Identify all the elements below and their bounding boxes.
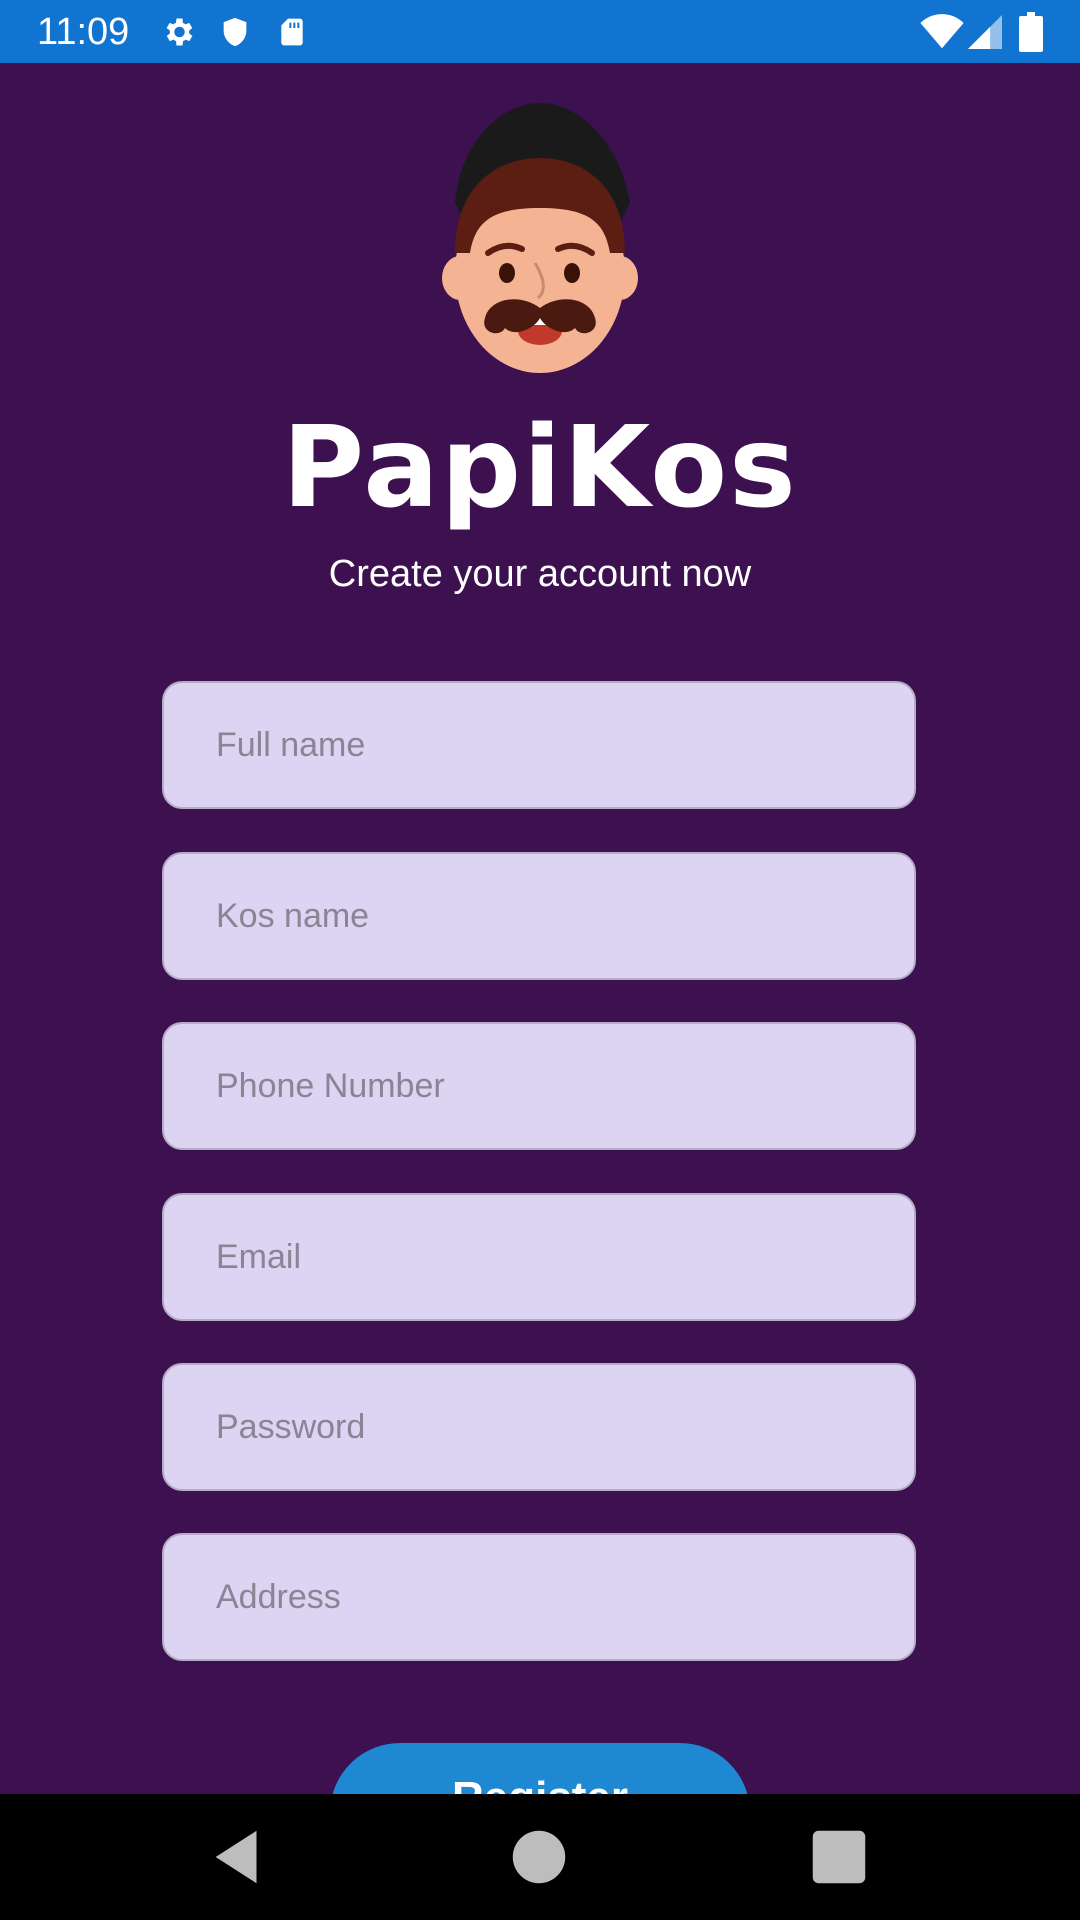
battery-icon	[1019, 12, 1043, 52]
recents-icon[interactable]	[804, 1822, 874, 1892]
phone-number-field[interactable]	[162, 1022, 916, 1150]
password-input[interactable]	[164, 1365, 914, 1489]
phone-number-input[interactable]	[164, 1024, 914, 1148]
status-bar: 11:09	[0, 0, 1080, 63]
mustache-man-avatar-icon	[442, 103, 638, 373]
shield-icon	[223, 17, 247, 47]
register-button[interactable]: Register	[330, 1743, 750, 1794]
gear-icon	[166, 18, 193, 46]
kos-name-input[interactable]	[164, 854, 914, 978]
sd-card-icon	[281, 18, 303, 46]
registration-screen: PapiKos Create your account now Register	[0, 63, 1080, 1794]
password-field[interactable]	[162, 1363, 916, 1491]
navigation-bar	[0, 1794, 1080, 1920]
app-name: PapiKos	[282, 403, 798, 533]
subtitle: Create your account now	[328, 553, 752, 595]
email-input[interactable]	[164, 1195, 914, 1319]
full-name-input[interactable]	[164, 683, 914, 807]
wifi-icon	[920, 14, 964, 49]
home-icon[interactable]	[504, 1822, 574, 1892]
address-field[interactable]	[162, 1533, 916, 1661]
kos-name-field[interactable]	[162, 852, 916, 980]
status-time: 11:09	[37, 11, 130, 53]
full-name-field[interactable]	[162, 681, 916, 809]
address-input[interactable]	[164, 1535, 914, 1659]
cell-signal-icon	[968, 15, 1002, 49]
back-icon[interactable]	[204, 1822, 274, 1892]
email-field[interactable]	[162, 1193, 916, 1321]
